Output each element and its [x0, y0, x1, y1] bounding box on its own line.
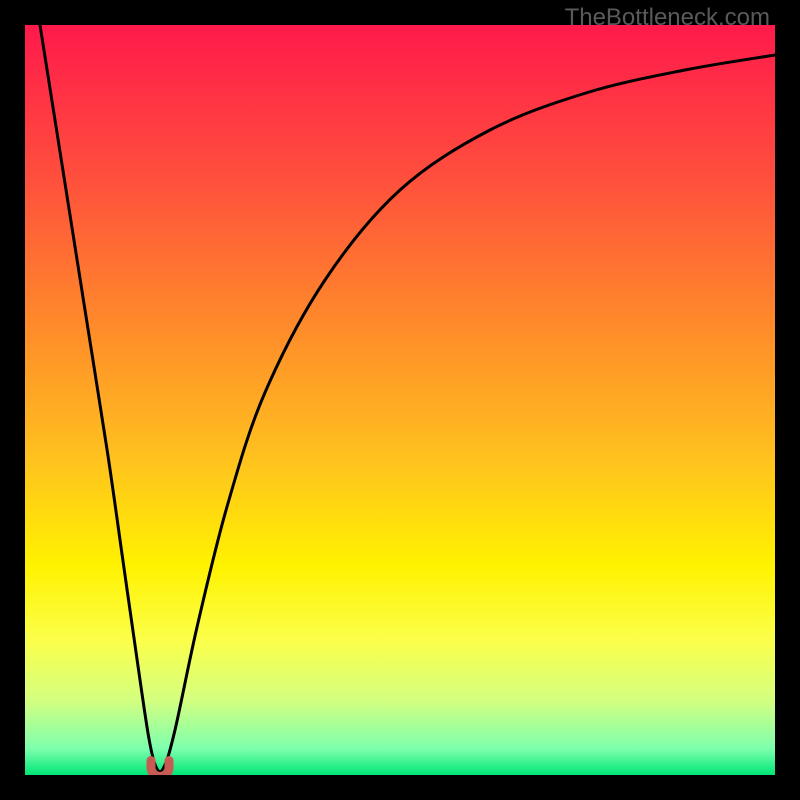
bottleneck-chart [25, 25, 775, 775]
watermark-text: TheBottleneck.com [565, 4, 770, 32]
chart-frame [25, 25, 775, 775]
